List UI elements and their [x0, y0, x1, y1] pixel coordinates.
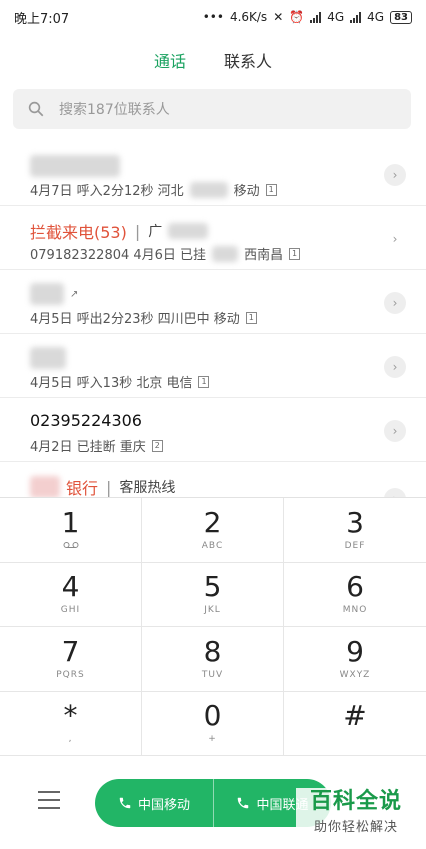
status-time: 晚上7:07: [14, 11, 70, 27]
sim-icon: 1: [245, 311, 257, 324]
signal-icon-1: [310, 11, 322, 23]
call-log-item[interactable]: 02395224306 4月2日 已挂断 重庆 2 ›: [0, 398, 426, 462]
search-icon: [28, 101, 44, 117]
search-input[interactable]: 搜索187位联系人: [13, 89, 411, 129]
sim-icon: 1: [289, 247, 301, 260]
redacted-name: [30, 476, 60, 497]
call-button-sim1[interactable]: 中国移动: [95, 779, 213, 827]
caller-name: 拦截来电(53) | 广: [30, 219, 209, 243]
dial-key-7[interactable]: 7 PQRS: [0, 627, 142, 692]
chevron-right-icon[interactable]: ›: [384, 420, 406, 442]
caller-name: 银行 | 客服热线: [30, 475, 175, 497]
call-log-list: 4月7日 呼入2分12秒 河北 移动 1 › 拦截来电(53) | 广 0791…: [0, 142, 426, 497]
redacted-name: [30, 155, 120, 177]
chevron-right-icon[interactable]: ›: [384, 228, 406, 250]
signal-icon-2: [350, 11, 362, 23]
caller-name: [30, 347, 66, 369]
redacted-name: [30, 283, 64, 305]
redacted-location: [212, 245, 239, 262]
caller-name: 02395224306: [30, 411, 142, 430]
sim-icon: 1: [198, 375, 210, 388]
status-bar: 晚上7:07 ••• 4.6K/s ✕ ⏰ 4G 4G 83: [0, 0, 426, 34]
phone-icon: [238, 797, 249, 809]
dial-key-9[interactable]: 9 WXYZ: [284, 627, 426, 692]
tab-contacts[interactable]: 联系人: [224, 44, 272, 76]
mute-icon: ✕: [273, 10, 284, 24]
network-speed: 4.6K/s: [229, 10, 268, 24]
call-meta: 4月5日 呼入13秒 北京 电信 1: [30, 372, 210, 391]
call-meta: 4月7日 呼入2分12秒 河北 移动 1: [30, 180, 277, 199]
redacted-name: [168, 223, 209, 239]
tab-bar: 通话 联系人: [0, 44, 426, 76]
sim-icon: 1: [265, 183, 277, 196]
sim-icon: 2: [151, 439, 163, 452]
chevron-right-icon[interactable]: ›: [384, 292, 406, 314]
dial-key-hash[interactable]: #: [284, 692, 426, 756]
dial-key-star[interactable]: *,: [0, 691, 142, 756]
call-log-item[interactable]: 4月5日 呼入13秒 北京 电信 1 ›: [0, 334, 426, 398]
status-dots: •••: [202, 10, 224, 24]
caller-name: [30, 155, 120, 177]
status-icons: ••• 4.6K/s ✕ ⏰ 4G 4G 83: [203, 10, 412, 24]
dial-key-0[interactable]: 0 +: [142, 691, 284, 756]
network-type-1: 4G: [327, 10, 345, 24]
caller-name: ↗: [30, 283, 78, 305]
alarm-icon: ⏰: [289, 10, 305, 24]
dial-key-8[interactable]: 8 TUV: [142, 627, 284, 692]
call-log-item[interactable]: 4月7日 呼入2分12秒 河北 移动 1 ›: [0, 142, 426, 206]
battery-icon: 83: [390, 10, 412, 24]
search-placeholder: 搜索187位联系人: [59, 102, 170, 118]
redacted-name: [30, 347, 66, 369]
menu-icon[interactable]: [38, 791, 60, 809]
redacted-location: [189, 181, 228, 198]
voicemail-icon: [63, 541, 79, 553]
call-meta: 4月2日 已挂断 重庆 2: [30, 436, 163, 455]
watermark: 百科全说 助你轻松解决: [296, 788, 416, 835]
network-type-2: 4G: [367, 10, 385, 24]
dialpad: 1 2 ABC 3 DEF 4 GHI 5 JKL 6 MNO 7 PQRS 8 TUV 9W…: [0, 497, 426, 756]
outgoing-arrow-icon: ↗: [70, 288, 79, 300]
call-log-item[interactable]: ↗ 4月5日 呼出2分23秒 四川巴中 移动 1 ›: [0, 270, 426, 334]
dial-key-4[interactable]: 4 GHI: [0, 562, 142, 627]
phone-icon: [119, 797, 131, 809]
dial-key-6[interactable]: 6 MNO: [284, 563, 426, 627]
call-meta: 079182322804 4月6日 已挂 西南昌 1: [30, 244, 301, 263]
dial-key-2[interactable]: 2 ABC: [142, 498, 284, 563]
tab-calls[interactable]: 通话: [154, 44, 186, 76]
chevron-right-icon[interactable]: ›: [384, 164, 406, 186]
chevron-right-icon[interactable]: ›: [384, 356, 406, 378]
call-log-item[interactable]: 拦截来电(53) | 广 079182322804 4月6日 已挂 西南昌 1 …: [0, 206, 426, 270]
dial-key-3[interactable]: 3 DEF: [284, 498, 426, 563]
dial-key-5[interactable]: 5 JKL: [142, 562, 284, 627]
chevron-right-icon[interactable]: ›: [384, 488, 406, 497]
call-meta: 4月5日 呼出2分23秒 四川巴中 移动 1: [30, 308, 257, 327]
call-log-item[interactable]: 银行 | 客服热线 ›: [0, 462, 426, 497]
dial-key-1[interactable]: 1: [0, 498, 142, 563]
